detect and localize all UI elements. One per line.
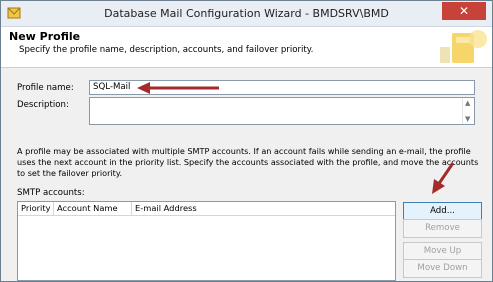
- wizard-window: Database Mail Configuration Wizard - BMD…: [0, 0, 493, 282]
- annotation-arrow-add: [432, 162, 455, 194]
- annotation-arrow-profile-name: [137, 82, 219, 94]
- annotation-arrows: [137, 82, 455, 194]
